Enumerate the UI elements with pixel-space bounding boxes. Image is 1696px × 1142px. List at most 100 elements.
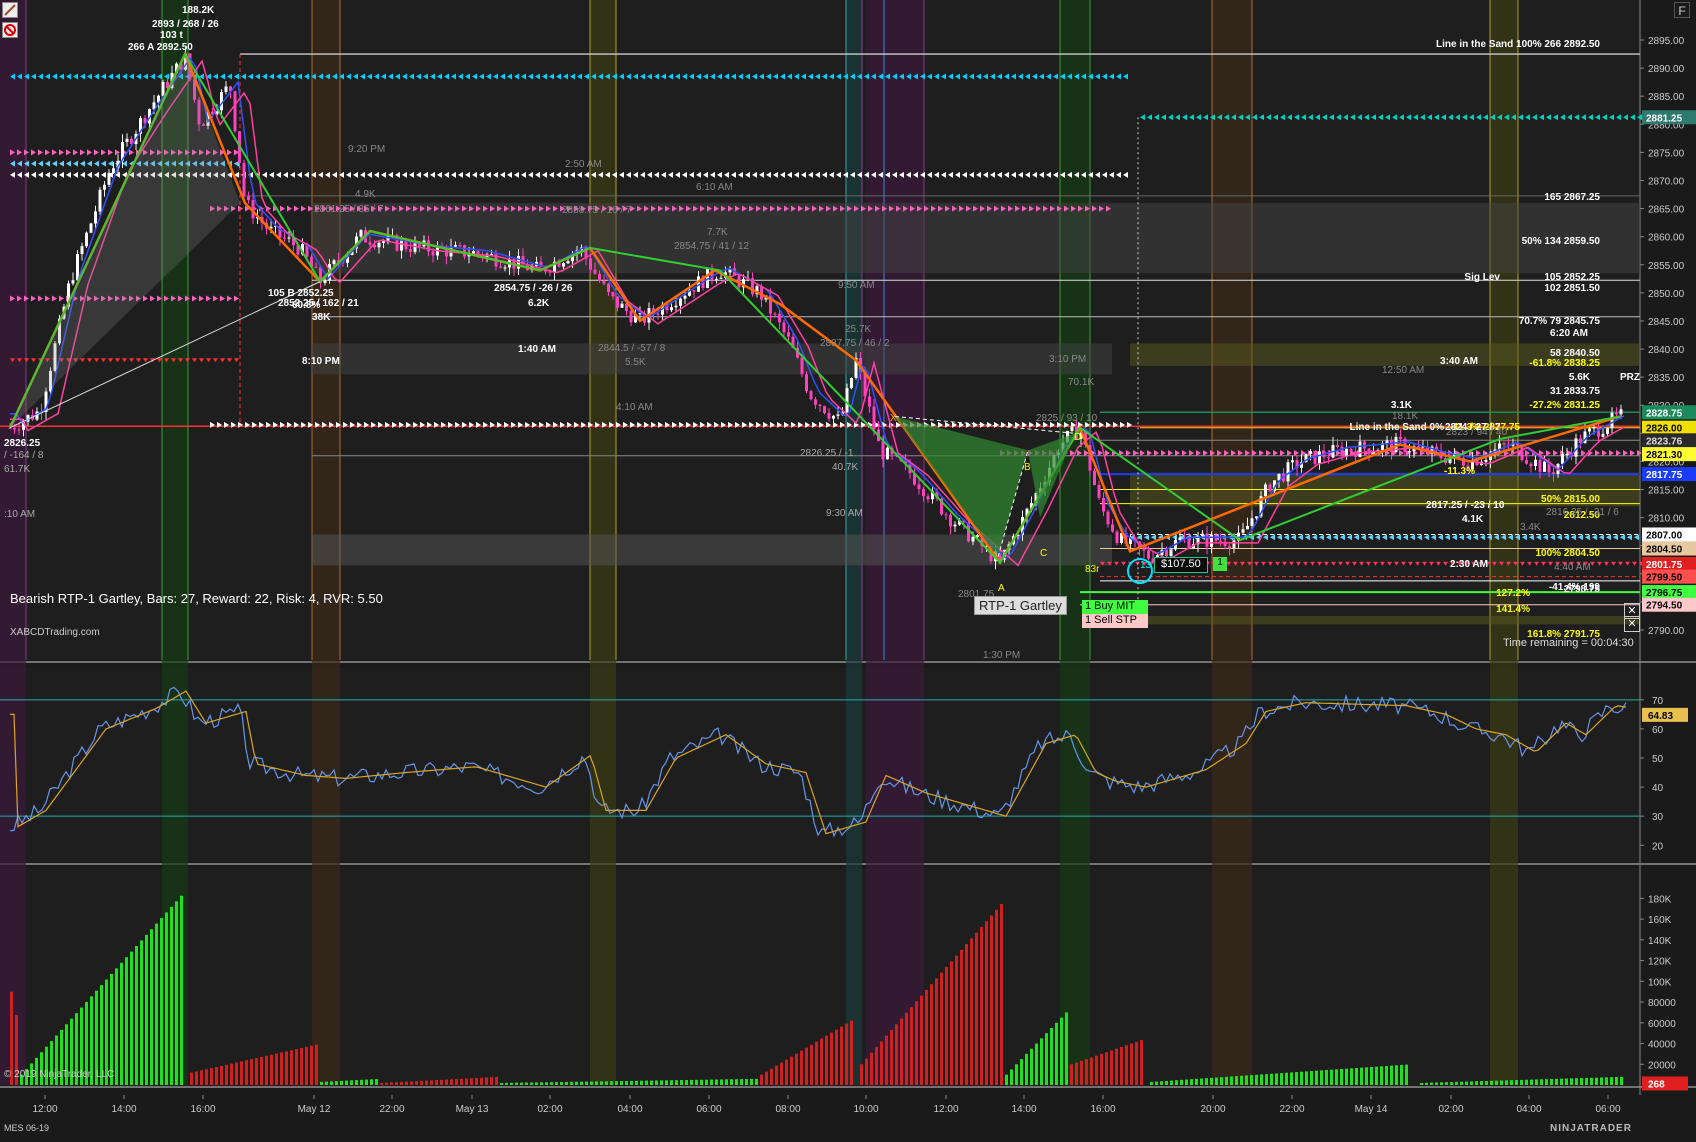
volume-bar (1535, 1079, 1538, 1085)
volume-tick-label: 120K (1648, 957, 1672, 968)
chart-label: 9:20 PM (348, 144, 385, 155)
volume-bar (135, 946, 138, 1085)
volume-bar (1065, 1012, 1068, 1085)
candle (629, 310, 633, 323)
chart-label: 2825 / 93 / 10 (1036, 413, 1098, 424)
copyright-text: © 2019 NinjaTrader, LLC (4, 1069, 115, 1080)
volume-bar (415, 1081, 418, 1085)
volume-bar (1325, 1070, 1328, 1085)
volume-bar (305, 1046, 308, 1085)
volume-bar (1385, 1065, 1388, 1085)
volume-bar (1040, 1038, 1043, 1085)
volume-bar (340, 1080, 343, 1085)
volume-bar (1600, 1077, 1603, 1085)
sell-stp-order[interactable]: 1 Sell STP (1082, 614, 1148, 628)
drawing-tool-icon[interactable] (2, 2, 18, 18)
price-tick-label: 2890.00 (1648, 64, 1685, 75)
candle (1219, 540, 1222, 542)
volume-bar (1090, 1057, 1093, 1085)
chart-label: PRZ (1620, 372, 1640, 383)
level-label: 5.6K (1569, 372, 1591, 383)
time-tick-label: 20:00 (1200, 1104, 1225, 1115)
price-tick-label: 2840.00 (1648, 345, 1685, 356)
volume-bar (945, 967, 948, 1085)
candle (1169, 549, 1173, 556)
price-badge-label: 2821.30 (1646, 450, 1683, 461)
volume-bar (1030, 1048, 1033, 1085)
volume-bar (680, 1080, 683, 1085)
candle (679, 298, 682, 306)
candle (1115, 531, 1119, 544)
volume-bar (230, 1063, 233, 1085)
osc-tick-label: 60 (1652, 725, 1664, 736)
volume-tick-label: 180K (1648, 894, 1672, 905)
candle (868, 396, 871, 407)
volume-bar (125, 957, 128, 1085)
volume-bar (410, 1081, 413, 1085)
volume-bar (1200, 1078, 1203, 1085)
volume-bar (1070, 1064, 1073, 1085)
remove-drawings-icon[interactable] (2, 22, 18, 38)
volume-bar (325, 1081, 328, 1085)
instrument-label: MES 06-19 (4, 1123, 50, 1133)
volume-bar (1230, 1076, 1233, 1085)
chart-label: 103 t (160, 30, 183, 41)
volume-bar (220, 1065, 223, 1085)
osc-tick-label: 20 (1652, 841, 1664, 852)
time-tick-label: 16:00 (190, 1104, 215, 1115)
buy-mit-order[interactable]: 1 Buy MIT (1082, 600, 1148, 614)
candle (832, 415, 835, 419)
volume-bar (825, 1035, 828, 1085)
volume-bar (685, 1079, 688, 1085)
volume-bar (1335, 1069, 1338, 1085)
candle (94, 211, 97, 224)
candle (1232, 540, 1236, 549)
pattern-label: RTP-1 Gartley (974, 596, 1067, 615)
volume-bar (1015, 1064, 1018, 1085)
candle (499, 266, 502, 268)
close-order-icon[interactable]: ✕ (1624, 616, 1640, 632)
volume-bar (475, 1078, 478, 1085)
candle (683, 295, 687, 299)
volume-bar (485, 1077, 488, 1085)
volume-bar (285, 1051, 288, 1085)
candle (611, 292, 615, 297)
chart-window: 2895.00 2890.00 2885.00 2880.00 2875.00 2870.… (0, 0, 1696, 1137)
level-label: 50% 134 2859.50 (1522, 236, 1601, 247)
volume-bar (510, 1082, 513, 1085)
volume-bar (280, 1052, 283, 1085)
volume-bar (1185, 1079, 1188, 1085)
position-pnl: $107.50 (1154, 557, 1208, 573)
candle (1327, 457, 1330, 459)
volume-bar (610, 1081, 613, 1085)
price-tick-label: 2850.00 (1648, 289, 1685, 300)
volume-bar (155, 923, 158, 1085)
time-tick-label: 06:00 (1595, 1104, 1620, 1115)
candle (1538, 459, 1542, 472)
chart-label: 6:10 AM (696, 182, 733, 193)
volume-bar (300, 1047, 303, 1085)
chart-canvas[interactable]: 2895.002890.002885.002880.002875.002870.… (0, 0, 1696, 1137)
volume-bar (370, 1079, 373, 1085)
candle (242, 162, 246, 197)
candle (283, 237, 286, 239)
volume-bar (960, 949, 963, 1085)
candle (476, 250, 480, 254)
volume-bar (630, 1080, 633, 1085)
volume-bar (665, 1080, 668, 1085)
candle (1165, 549, 1168, 556)
level-label: 31 2833.75 (1550, 386, 1600, 397)
candle (233, 91, 237, 132)
volume-bar (625, 1080, 628, 1085)
price-tick-label: 2815.00 (1648, 486, 1685, 497)
volume-bar (1115, 1048, 1118, 1085)
volume-bar (275, 1053, 278, 1085)
candle (1349, 448, 1353, 452)
volume-bar (140, 940, 143, 1085)
candle (778, 313, 781, 323)
candle (953, 524, 957, 527)
volume-bar (755, 1078, 758, 1085)
price-badge-label: 2796.75 (1646, 588, 1683, 599)
f-button[interactable]: F (1674, 2, 1690, 18)
volume-bar (1460, 1081, 1463, 1085)
